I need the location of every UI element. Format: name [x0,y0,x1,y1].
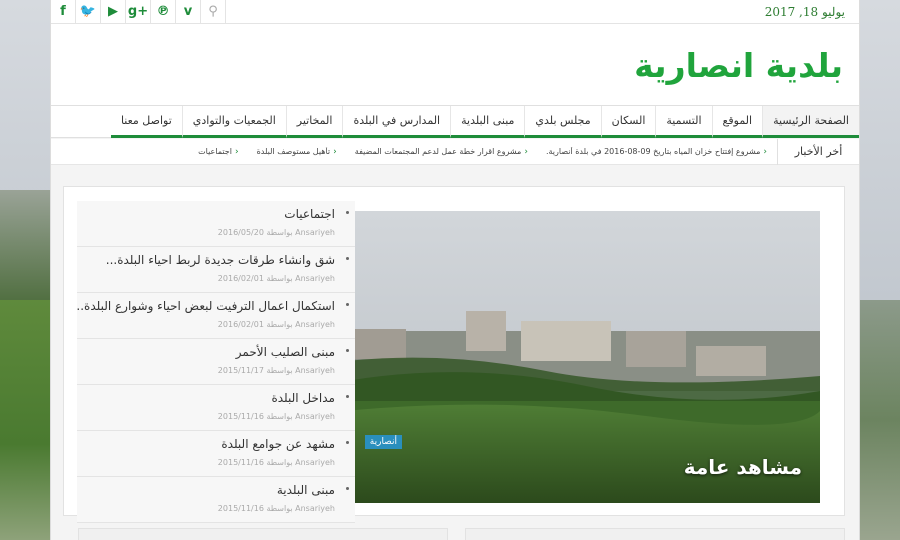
ticker-item[interactable]: ‹اجتماعيات [198,147,238,157]
nav-item-building[interactable]: مبنى البلدية [450,106,525,138]
post-title[interactable]: مبنى البلدية [77,477,335,497]
post-title[interactable]: شق وانشاء طرقات جديدة لربط احياء البلدة.… [77,247,335,267]
slide-title[interactable]: مشاهد عامة [684,455,802,479]
nav-item-location[interactable]: الموقع [711,106,763,138]
list-item[interactable]: مداخل البلدة Ansariyeh بواسطة 2015/11/16 [77,385,355,431]
post-title[interactable]: اجتماعيات [77,201,335,221]
ticker-item[interactable]: ‹مشروع اقرار خطة عمل لدعم المجتمعات المض… [355,147,528,157]
post-title[interactable]: استكمال اعمال الترفيت لبعض احياء وشوارع … [77,293,335,313]
ticker-item[interactable]: ‹تأهيل مستوصف البلدة [257,147,337,157]
ticker-item[interactable]: ‹مشروع إفتتاح خزان المياه بتاريخ 09-08-2… [546,147,767,157]
chevron-left-icon: ‹ [524,146,528,157]
widget-header-left [78,528,448,540]
current-date: يوليو 18, 2017 [764,4,845,19]
nav-item-naming[interactable]: التسمية [655,106,712,138]
background-hill [858,300,900,540]
list-item[interactable]: اجتماعيات Ansariyeh بواسطة 2016/05/20 [77,201,355,247]
category-badge[interactable]: أنصارية [364,435,402,449]
youtube-icon[interactable]: ▶ [101,0,126,24]
twitter-icon[interactable]: 🐦 [76,0,101,24]
pinterest-icon[interactable]: ℗ [151,0,176,24]
search-icon[interactable]: ⚲ [201,0,226,24]
post-meta: Ansariyeh بواسطة 2015/11/16 [217,504,335,513]
list-item[interactable]: مبنى البلدية Ansariyeh بواسطة 2015/11/16 [77,477,355,523]
post-title[interactable]: مبنى الصليب الأحمر [77,339,335,359]
nav-item-home[interactable]: الصفحة الرئيسية [762,106,859,138]
breaking-news-items: ‹مشروع إفتتاح خزان المياه بتاريخ 09-08-2… [180,147,777,157]
social-links: f 🐦 ▶ g+ ℗ v ⚲ [51,0,226,24]
nav-item-population[interactable]: السكان [600,106,656,138]
page-wrapper: يوليو 18, 2017 f 🐦 ▶ g+ ℗ v ⚲ بلدية انصا… [50,0,860,540]
widget-header-right [465,528,845,540]
nav-item-schools[interactable]: المدارس في البلدة [342,106,451,138]
list-item[interactable]: مشهد عن جوامع البلدة Ansariyeh بواسطة 20… [77,431,355,477]
chevron-left-icon: ‹ [333,146,337,157]
list-item[interactable]: شق وانشاء طرقات جديدة لربط احياء البلدة.… [77,247,355,293]
post-meta: Ansariyeh بواسطة 2015/11/16 [217,458,335,467]
featured-slider[interactable]: أنصارية مشاهد عامة [346,211,820,503]
background-grass [0,300,52,540]
nav-item-council[interactable]: مجلس بلدي [524,106,601,138]
post-meta: Ansariyeh بواسطة 2015/11/17 [217,366,335,375]
vimeo-icon[interactable]: v [176,0,201,24]
facebook-icon[interactable]: f [51,0,76,24]
chevron-left-icon: ‹ [763,146,767,157]
chevron-left-icon: ‹ [234,146,239,157]
list-item[interactable]: استكمال اعمال الترفيت لبعض احياء وشوارع … [77,293,355,339]
post-meta: Ansariyeh بواسطة 2016/02/01 [217,274,335,283]
top-bar: يوليو 18, 2017 f 🐦 ▶ g+ ℗ v ⚲ [51,0,859,24]
recent-posts-list: اجتماعيات Ansariyeh بواسطة 2016/05/20 شق… [77,201,355,523]
featured-content: أنصارية مشاهد عامة اجتماعيات Ansariyeh ب… [63,186,845,523]
site-logo[interactable]: بلدية انصارية [634,46,843,85]
post-title[interactable]: مداخل البلدة [77,385,335,405]
breaking-news-title: أخر الأخبار [777,138,859,165]
google-plus-icon[interactable]: g+ [126,0,151,24]
nav-item-mukhtars[interactable]: المخاتير [285,106,343,138]
post-title[interactable]: مشهد عن جوامع البلدة [77,431,335,451]
list-item[interactable]: مبنى الصليب الأحمر Ansariyeh بواسطة 2015… [77,339,355,385]
breaking-news: أخر الأخبار ‹مشروع إفتتاح خزان المياه بت… [51,138,859,165]
nav-item-associations[interactable]: الجمعيات والتوادي [181,106,286,138]
post-meta: Ansariyeh بواسطة 2015/11/16 [217,412,335,421]
post-meta: Ansariyeh بواسطة 2016/05/20 [217,228,335,237]
post-meta: Ansariyeh بواسطة 2016/02/01 [217,320,335,329]
main-nav: الصفحة الرئيسية الموقع التسمية السكان مج… [51,106,859,138]
nav-item-contact[interactable]: تواصل معنا [110,106,182,138]
site-header: بلدية انصارية [51,24,859,106]
background-town [0,190,52,310]
